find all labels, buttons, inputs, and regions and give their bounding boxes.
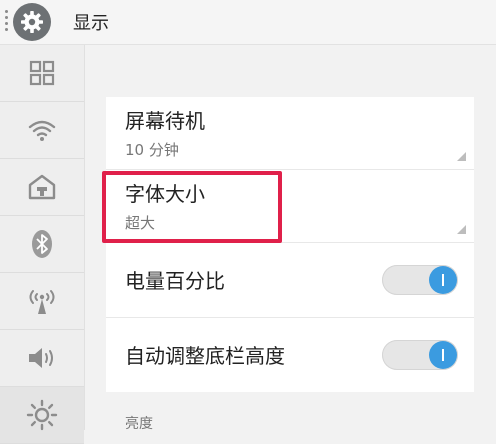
sidebar xyxy=(0,45,85,444)
sidebar-item-volume[interactable] xyxy=(0,330,84,387)
battery-percent-row[interactable]: 电量百分比 xyxy=(106,243,474,318)
brightness-icon xyxy=(26,399,58,431)
dropdown-corner-icon xyxy=(457,225,466,234)
auto-bar-height-label: 自动调整底栏高度 xyxy=(125,344,285,368)
dropdown-corner-icon xyxy=(457,152,466,161)
apps-grid-icon xyxy=(29,60,55,86)
home-icon xyxy=(28,174,56,200)
screen-timeout-label: 屏幕待机 xyxy=(125,109,205,133)
battery-percent-toggle[interactable] xyxy=(382,265,458,295)
drag-handle[interactable] xyxy=(4,10,10,32)
wifi-icon xyxy=(28,120,56,141)
hotspot-icon xyxy=(29,290,55,314)
brightness-section-label: 亮度 xyxy=(125,416,153,432)
auto-bar-height-row[interactable]: 自动调整底栏高度 xyxy=(106,318,474,392)
volume-icon xyxy=(29,348,53,368)
bluetooth-icon xyxy=(32,230,52,258)
highlight-box xyxy=(102,171,282,243)
drag-dot xyxy=(5,22,8,25)
page-title: 显示 xyxy=(73,13,109,34)
auto-bar-height-toggle[interactable] xyxy=(382,340,458,370)
sidebar-item-apps[interactable] xyxy=(0,45,84,102)
drag-dot xyxy=(5,28,8,31)
sidebar-item-home[interactable] xyxy=(0,159,84,216)
sidebar-item-bluetooth[interactable] xyxy=(0,216,84,273)
screen-timeout-row[interactable]: 屏幕待机 10 分钟 xyxy=(106,97,474,170)
drag-dot xyxy=(5,16,8,19)
gear-icon-glyph xyxy=(21,11,43,33)
settings-card: 屏幕待机 10 分钟 字体大小 超大 电量百分比 自动调整底栏高度 xyxy=(106,97,474,392)
toggle-knob xyxy=(429,341,457,369)
header-bar: 显示 xyxy=(0,0,496,45)
screen-timeout-value: 10 分钟 xyxy=(125,141,179,159)
battery-percent-label: 电量百分比 xyxy=(125,269,225,293)
drag-dot xyxy=(5,10,8,13)
sidebar-item-hotspot[interactable] xyxy=(0,273,84,330)
sidebar-item-wifi[interactable] xyxy=(0,102,84,159)
toggle-knob xyxy=(429,266,457,294)
sidebar-item-brightness[interactable] xyxy=(0,387,84,444)
gear-icon[interactable] xyxy=(13,3,51,41)
